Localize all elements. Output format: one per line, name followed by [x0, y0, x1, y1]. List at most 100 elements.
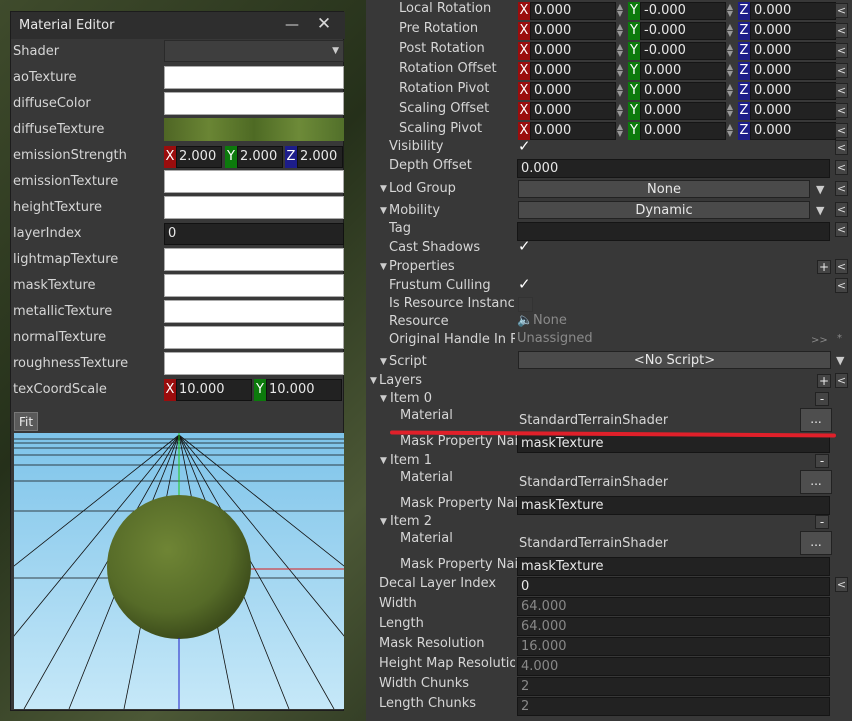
vector-y-field[interactable]: 0.000	[640, 82, 726, 100]
tag-field[interactable]	[517, 222, 830, 241]
reset-button[interactable]: <	[835, 83, 848, 98]
emission-y-field[interactable]: 2.000	[237, 146, 283, 168]
ao-texture-field[interactable]	[164, 66, 344, 89]
reset-button[interactable]: <	[835, 222, 848, 237]
vector-x-field[interactable]: 0.000	[530, 122, 616, 140]
diffuse-texture-preview[interactable]	[164, 118, 344, 141]
spinner-arrows-icon[interactable]: ▲▼	[726, 63, 734, 78]
vector-y-field[interactable]: 0.000	[640, 62, 726, 80]
material-preview-viewport[interactable]	[14, 433, 344, 709]
expand-triangle-icon[interactable]: ▼	[380, 517, 387, 527]
reset-button[interactable]: <	[835, 103, 848, 118]
reset-button[interactable]: <	[835, 123, 848, 138]
cast-shadows-checkbox[interactable]: ✓	[518, 237, 531, 255]
vector-z-field[interactable]: 0.000	[750, 102, 836, 120]
frustum-culling-checkbox[interactable]: ✓	[518, 275, 531, 293]
spinner-arrows-icon[interactable]: ▲▼	[616, 123, 624, 138]
vector-z-field[interactable]: 0.000	[750, 22, 836, 40]
length-chunks-field[interactable]: 2	[517, 697, 830, 716]
reset-button[interactable]: <	[835, 202, 848, 217]
spinner-arrows-icon[interactable]: ▲▼	[726, 83, 734, 98]
vector-x-field[interactable]: 0.000	[530, 62, 616, 80]
emission-x-field[interactable]: 2.000	[176, 146, 222, 168]
spinner-arrows-icon[interactable]: ▲▼	[616, 43, 624, 58]
reset-button[interactable]: <	[835, 181, 848, 196]
minimize-icon[interactable]: —	[283, 16, 301, 34]
reset-button[interactable]: <	[835, 577, 848, 592]
visibility-checkbox[interactable]: ✓	[518, 137, 531, 155]
emission-z-field[interactable]: 2.000	[297, 146, 343, 168]
diffuse-color-field[interactable]	[164, 92, 344, 115]
browse-material-button[interactable]: ...	[800, 531, 832, 555]
spinner-arrows-icon[interactable]: ▲▼	[616, 23, 624, 38]
vector-z-field[interactable]: 0.000	[750, 2, 836, 20]
metallic-texture-field[interactable]	[164, 300, 344, 323]
spinner-arrows-icon[interactable]: ▲▼	[616, 63, 624, 78]
emission-texture-field[interactable]	[164, 170, 344, 193]
vector-y-field[interactable]: -0.000	[640, 2, 726, 20]
reset-button[interactable]: <	[835, 63, 848, 78]
reset-button[interactable]: <	[835, 3, 848, 18]
normal-texture-field[interactable]	[164, 326, 344, 349]
expand-triangle-icon[interactable]: ▼	[380, 394, 387, 404]
close-icon[interactable]: ✕	[315, 15, 333, 33]
browse-material-button[interactable]: ...	[800, 470, 832, 494]
add-layer-button[interactable]: +	[817, 374, 831, 388]
spinner-arrows-icon[interactable]: ▲▼	[726, 23, 734, 38]
navigate-arrows-icon[interactable]: >>	[811, 335, 828, 346]
remove-layer-button[interactable]: -	[815, 454, 829, 468]
fit-button[interactable]: Fit	[14, 412, 38, 431]
spinner-arrows-icon[interactable]: ▲▼	[726, 103, 734, 118]
reset-button[interactable]: <	[835, 43, 848, 58]
width-chunks-field[interactable]: 2	[517, 677, 830, 696]
vector-x-field[interactable]: 0.000	[530, 82, 616, 100]
chevron-down-icon[interactable]: ▼	[816, 204, 824, 217]
spinner-arrows-icon[interactable]: ▲▼	[616, 3, 624, 18]
decal-layer-index-field[interactable]: 0	[517, 577, 830, 596]
reset-button[interactable]: <	[835, 373, 848, 388]
chevron-down-icon[interactable]: ▼	[816, 183, 824, 196]
spinner-arrows-icon[interactable]: ▲▼	[616, 83, 624, 98]
shader-dropdown[interactable]: ▼	[164, 40, 344, 62]
mask-resolution-field[interactable]: 16.000	[517, 637, 830, 656]
lightmap-texture-field[interactable]	[164, 248, 344, 271]
height-map-resolution-field[interactable]: 4.000	[517, 657, 830, 676]
spinner-arrows-icon[interactable]: ▲▼	[726, 123, 734, 138]
vector-x-field[interactable]: 0.000	[530, 102, 616, 120]
vector-y-field[interactable]: 0.000	[640, 102, 726, 120]
reset-button[interactable]: <	[835, 259, 848, 274]
expand-triangle-icon[interactable]: ▼	[380, 456, 387, 466]
vector-x-field[interactable]: 0.000	[530, 42, 616, 60]
is-resource-instance-checkbox[interactable]	[518, 297, 533, 312]
vector-x-field[interactable]: 0.000	[530, 22, 616, 40]
vector-x-field[interactable]: 0.000	[530, 2, 616, 20]
reset-button[interactable]: <	[835, 160, 848, 175]
expand-triangle-icon[interactable]: ▼	[370, 376, 377, 386]
mask-property-field[interactable]: maskTexture	[517, 557, 830, 576]
expand-triangle-icon[interactable]: ▼	[380, 262, 387, 272]
browse-material-button[interactable]: ...	[800, 408, 832, 432]
reset-button[interactable]: <	[835, 140, 848, 155]
width-field[interactable]: 64.000	[517, 597, 830, 616]
roughness-texture-field[interactable]	[164, 352, 344, 375]
lod-group-dropdown[interactable]: None	[518, 180, 810, 198]
mask-texture-field[interactable]	[164, 274, 344, 297]
reset-button[interactable]: <	[835, 278, 848, 293]
length-field[interactable]: 64.000	[517, 617, 830, 636]
vector-z-field[interactable]: 0.000	[750, 42, 836, 60]
texcoord-x-field[interactable]: 10.000	[176, 379, 252, 401]
vector-z-field[interactable]: 0.000	[750, 62, 836, 80]
add-button[interactable]: +	[817, 260, 831, 274]
vector-z-field[interactable]: 0.000	[750, 122, 836, 140]
expand-triangle-icon[interactable]: ▼	[380, 184, 387, 194]
height-texture-field[interactable]	[164, 196, 344, 219]
material-editor-titlebar[interactable]: Material Editor — ✕	[11, 12, 345, 39]
mask-property-field[interactable]: maskTexture	[517, 496, 830, 515]
depth-offset-field[interactable]: 0.000	[517, 159, 830, 178]
reset-button[interactable]: <	[835, 23, 848, 38]
vector-y-field[interactable]: -0.000	[640, 42, 726, 60]
vector-z-field[interactable]: 0.000	[750, 82, 836, 100]
remove-layer-button[interactable]: -	[815, 392, 829, 406]
expand-triangle-icon[interactable]: ▼	[380, 357, 387, 367]
spinner-arrows-icon[interactable]: ▲▼	[726, 3, 734, 18]
